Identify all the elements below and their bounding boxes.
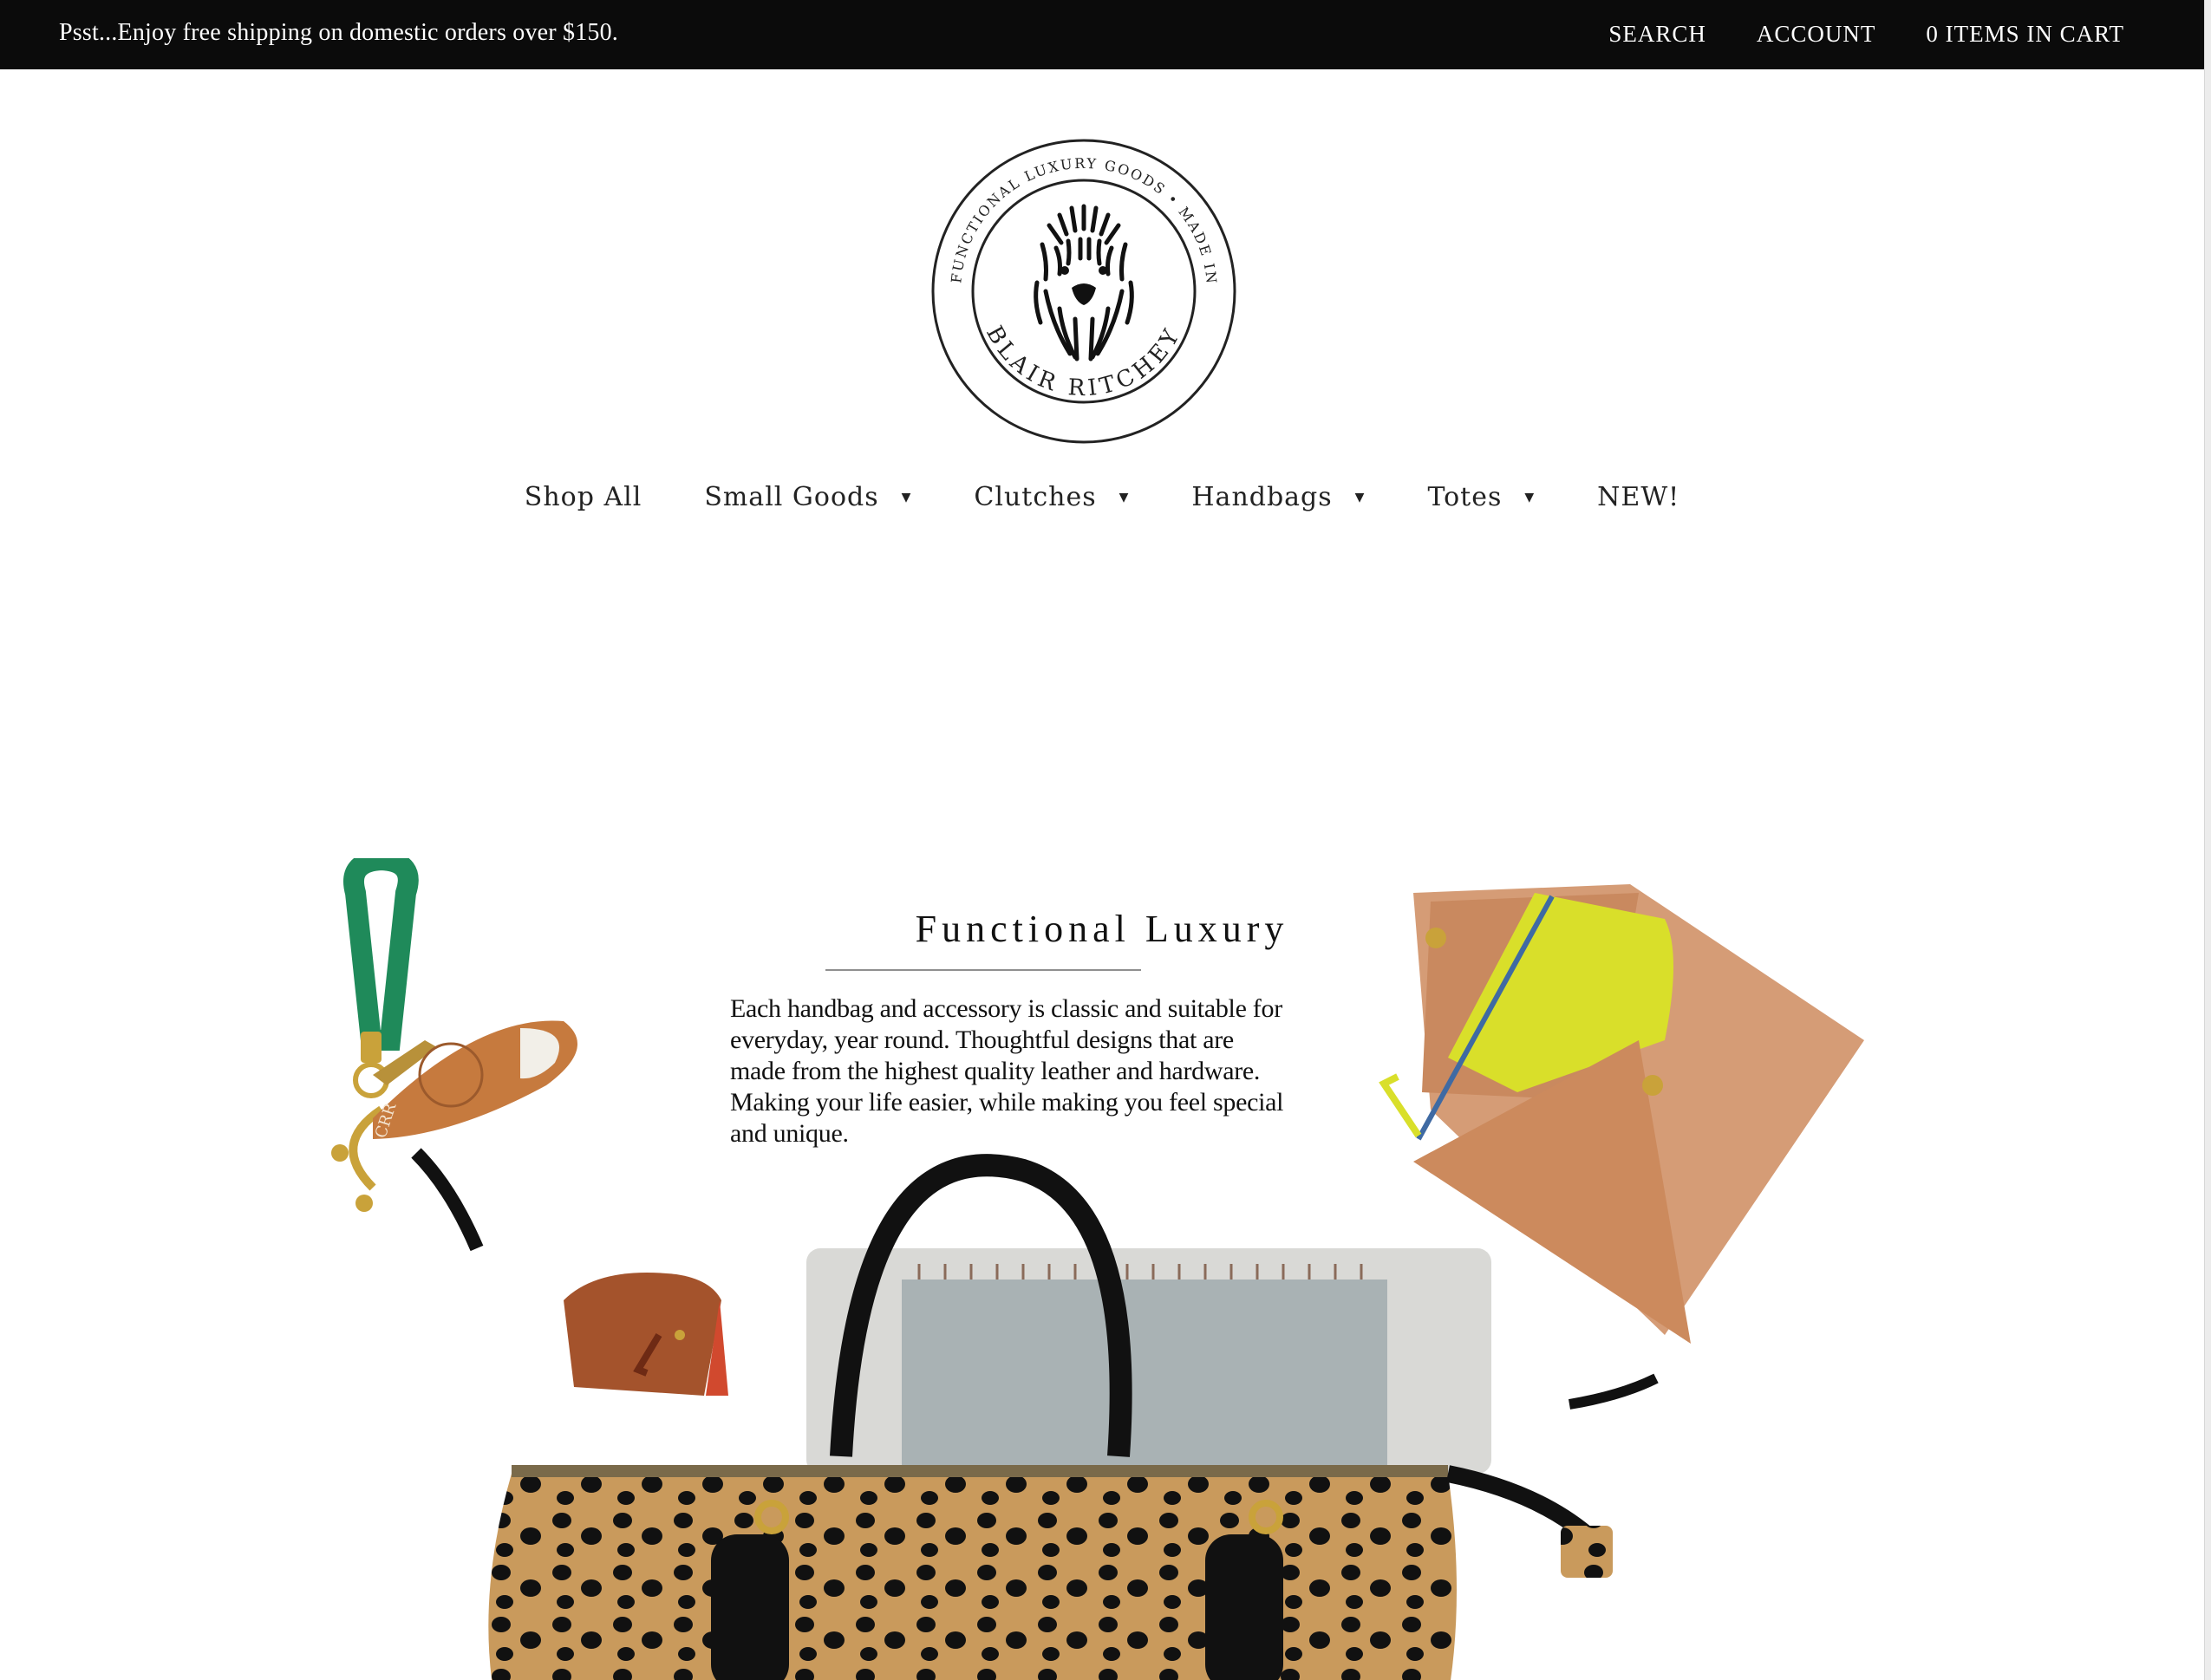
hero-description: Each handbag and accessory is classic an…	[730, 994, 1284, 1148]
caret-down-icon: ▼	[901, 490, 912, 505]
nav-label: Handbags	[1191, 482, 1333, 512]
nav-label: Clutches	[974, 482, 1097, 512]
search-link[interactable]: SEARCH	[1608, 21, 1706, 48]
svg-text:BLAIR RITCHEY: BLAIR RITCHEY	[981, 322, 1187, 401]
brand-seal-icon: FUNCTIONAL LUXURY GOODS • MADE IN AMERIC…	[920, 122, 1236, 444]
scrollbar[interactable]	[2204, 0, 2211, 1680]
free-shipping-promo: Psst...Enjoy free shipping on domestic o…	[59, 19, 619, 46]
caret-down-icon: ▼	[1119, 490, 1130, 505]
cart-link[interactable]: 0 ITEMS IN CART	[1926, 21, 2124, 48]
caret-down-icon: ▼	[1524, 490, 1536, 505]
nav-shop-all[interactable]: Shop All	[525, 482, 642, 512]
nav-label: Small Goods	[704, 482, 879, 512]
nav-totes[interactable]: Totes ▼	[1427, 482, 1535, 512]
nav-clutches[interactable]: Clutches ▼	[974, 482, 1129, 512]
main-nav: Shop All Small Goods ▼ Clutches ▼ Handba…	[0, 482, 2204, 512]
hero-banner[interactable]: Functional Luxury Each handbag and acces…	[0, 832, 2204, 1680]
title-divider	[825, 969, 1141, 971]
nav-label: Shop All	[524, 482, 642, 512]
utility-links: SEARCH ACCOUNT 0 ITEMS IN CART	[1608, 21, 2124, 48]
brand-logo[interactable]: FUNCTIONAL LUXURY GOODS • MADE IN AMERIC…	[920, 122, 1240, 447]
caret-down-icon: ▼	[1354, 490, 1366, 505]
nav-label: Totes	[1427, 482, 1503, 512]
nav-new[interactable]: NEW!	[1597, 482, 1679, 512]
nav-small-goods[interactable]: Small Goods ▼	[704, 482, 911, 512]
account-link[interactable]: ACCOUNT	[1757, 21, 1876, 48]
nav-handbags[interactable]: Handbags ▼	[1191, 482, 1365, 512]
nav-label: NEW!	[1597, 482, 1680, 512]
leopard-handbag-image	[488, 1154, 1659, 1680]
announcement-bar: Psst...Enjoy free shipping on domestic o…	[0, 0, 2204, 69]
